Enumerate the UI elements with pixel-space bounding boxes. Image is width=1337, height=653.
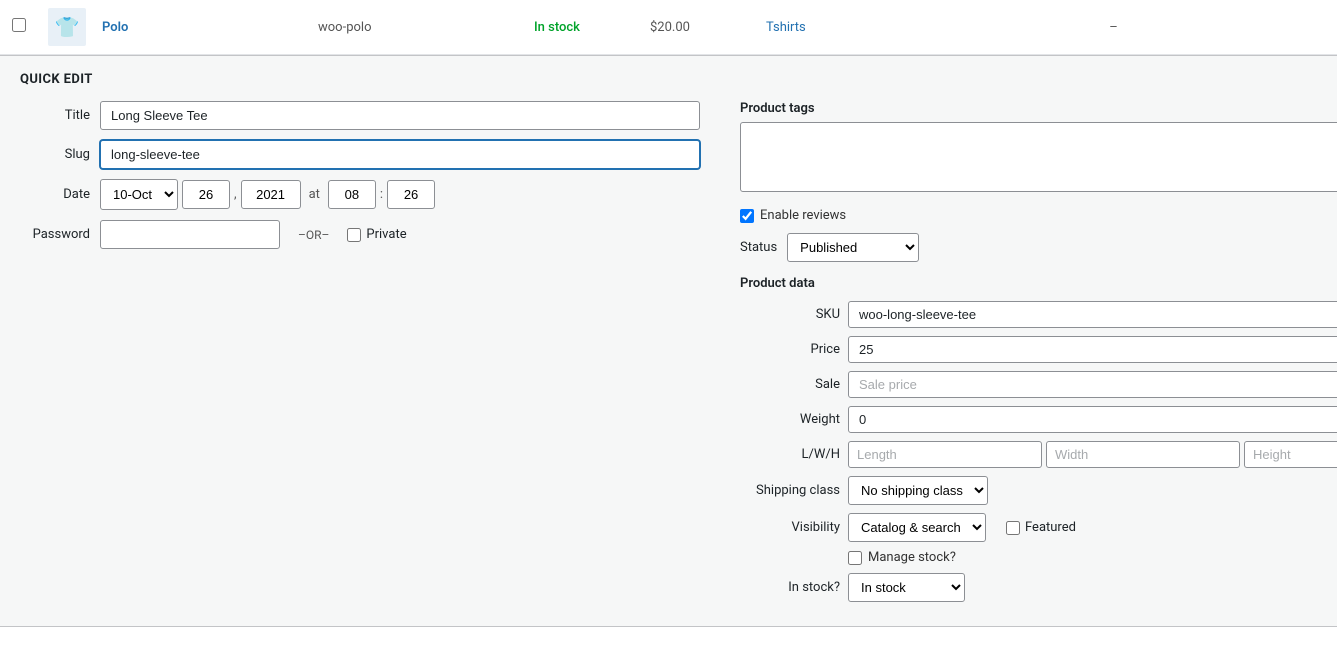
status-select[interactable]: Published Draft Pending Review Private bbox=[787, 233, 919, 262]
product-row: 👕 Polo woo-polo In stock $20.00 Tshirts … bbox=[0, 0, 1337, 55]
product-tags-textarea[interactable] bbox=[740, 122, 1337, 192]
status-row: Status Published Draft Pending Review Pr… bbox=[740, 233, 1337, 262]
status-label: Status bbox=[740, 240, 777, 255]
shipping-class-label: Shipping class bbox=[740, 483, 840, 498]
slug-row: Slug bbox=[20, 140, 700, 169]
product-stock: In stock bbox=[534, 20, 634, 35]
date-inputs: 10-Oct , at : bbox=[100, 179, 700, 210]
instock-select[interactable]: In stock Out of stock On backorder bbox=[848, 573, 965, 602]
date-time-colon: : bbox=[380, 187, 383, 202]
quick-edit-panel: QUICK EDIT Title Slug Date 10-Oct bbox=[0, 55, 1337, 627]
shipping-class-row: Shipping class No shipping class bbox=[740, 476, 1337, 505]
date-month-select[interactable]: 10-Oct bbox=[100, 179, 178, 210]
enable-reviews-label: Enable reviews bbox=[760, 208, 846, 223]
weight-label: Weight bbox=[740, 412, 840, 427]
sale-row: Sale bbox=[740, 371, 1337, 398]
featured-checkbox[interactable] bbox=[1006, 521, 1020, 535]
lwh-row: L/W/H bbox=[740, 441, 1337, 468]
weight-input[interactable] bbox=[848, 406, 1337, 433]
product-checkbox[interactable] bbox=[12, 18, 32, 36]
product-tags-label: Product tags bbox=[740, 101, 1337, 116]
product-data-label: Product data bbox=[740, 276, 1337, 291]
enable-reviews-row: Enable reviews bbox=[740, 208, 1337, 223]
enable-reviews-checkbox[interactable] bbox=[740, 209, 754, 223]
visibility-select[interactable]: Catalog & search Catalog Search Hidden bbox=[848, 513, 986, 542]
instock-label: In stock? bbox=[740, 580, 840, 595]
date-hour-input[interactable] bbox=[328, 180, 376, 209]
weight-row: Weight bbox=[740, 406, 1337, 433]
password-label: Password bbox=[20, 227, 90, 242]
date-at-label: at bbox=[309, 187, 320, 202]
price-label: Price bbox=[740, 342, 840, 357]
or-label: –OR– bbox=[298, 228, 329, 242]
shipping-class-select[interactable]: No shipping class bbox=[848, 476, 988, 505]
quick-edit-title: QUICK EDIT bbox=[20, 72, 1317, 87]
slug-input[interactable] bbox=[100, 140, 700, 169]
product-slug: woo-polo bbox=[318, 20, 518, 35]
date-row: Date 10-Oct , at : bbox=[20, 179, 700, 210]
sku-label: SKU bbox=[740, 307, 840, 322]
sale-input[interactable] bbox=[848, 371, 1337, 398]
title-label: Title bbox=[20, 108, 90, 123]
product-price: $20.00 bbox=[650, 20, 750, 35]
lwh-label: L/W/H bbox=[740, 447, 840, 462]
title-row: Title bbox=[20, 101, 700, 130]
date-comma: , bbox=[234, 187, 237, 202]
slug-label: Slug bbox=[20, 147, 90, 162]
date-min-input[interactable] bbox=[387, 180, 435, 209]
date-day-input[interactable] bbox=[182, 180, 230, 209]
quick-edit-body: Title Slug Date 10-Oct , at bbox=[20, 101, 1317, 610]
height-input[interactable] bbox=[1244, 441, 1337, 468]
manage-stock-checkbox[interactable] bbox=[848, 551, 862, 565]
visibility-label: Visibility bbox=[740, 520, 840, 535]
manage-stock-label: Manage stock? bbox=[868, 550, 956, 565]
product-categories[interactable]: Tshirts bbox=[766, 20, 886, 35]
sku-row: SKU bbox=[740, 301, 1337, 328]
password-input[interactable] bbox=[100, 220, 280, 249]
sku-input[interactable] bbox=[848, 301, 1337, 328]
width-input[interactable] bbox=[1046, 441, 1240, 468]
visibility-row: Visibility Catalog & search Catalog Sear… bbox=[740, 513, 1337, 542]
title-input[interactable] bbox=[100, 101, 700, 130]
private-label-text: Private bbox=[366, 227, 406, 242]
featured-label[interactable]: Featured bbox=[1006, 520, 1076, 535]
quick-edit-right-col: Product tags Enable reviews Status Publi… bbox=[740, 101, 1337, 610]
private-label[interactable]: Private bbox=[347, 227, 406, 242]
price-input[interactable] bbox=[848, 336, 1337, 363]
lwh-inputs bbox=[848, 441, 1337, 468]
product-thumbnail: 👕 bbox=[48, 8, 86, 46]
instock-row: In stock? In stock Out of stock On backo… bbox=[740, 573, 1337, 602]
date-label: Date bbox=[20, 187, 90, 202]
product-select-checkbox[interactable] bbox=[12, 18, 26, 32]
product-tags: – bbox=[902, 20, 1325, 35]
featured-label-text: Featured bbox=[1025, 520, 1076, 535]
date-year-input[interactable] bbox=[241, 180, 301, 209]
quick-edit-left-col: Title Slug Date 10-Oct , at bbox=[20, 101, 700, 610]
price-row: Price bbox=[740, 336, 1337, 363]
manage-stock-row: Manage stock? bbox=[740, 550, 1337, 565]
product-name[interactable]: Polo bbox=[102, 20, 302, 35]
password-row: Password –OR– Private bbox=[20, 220, 700, 249]
sale-label: Sale bbox=[740, 377, 840, 392]
private-checkbox[interactable] bbox=[347, 228, 361, 242]
length-input[interactable] bbox=[848, 441, 1042, 468]
